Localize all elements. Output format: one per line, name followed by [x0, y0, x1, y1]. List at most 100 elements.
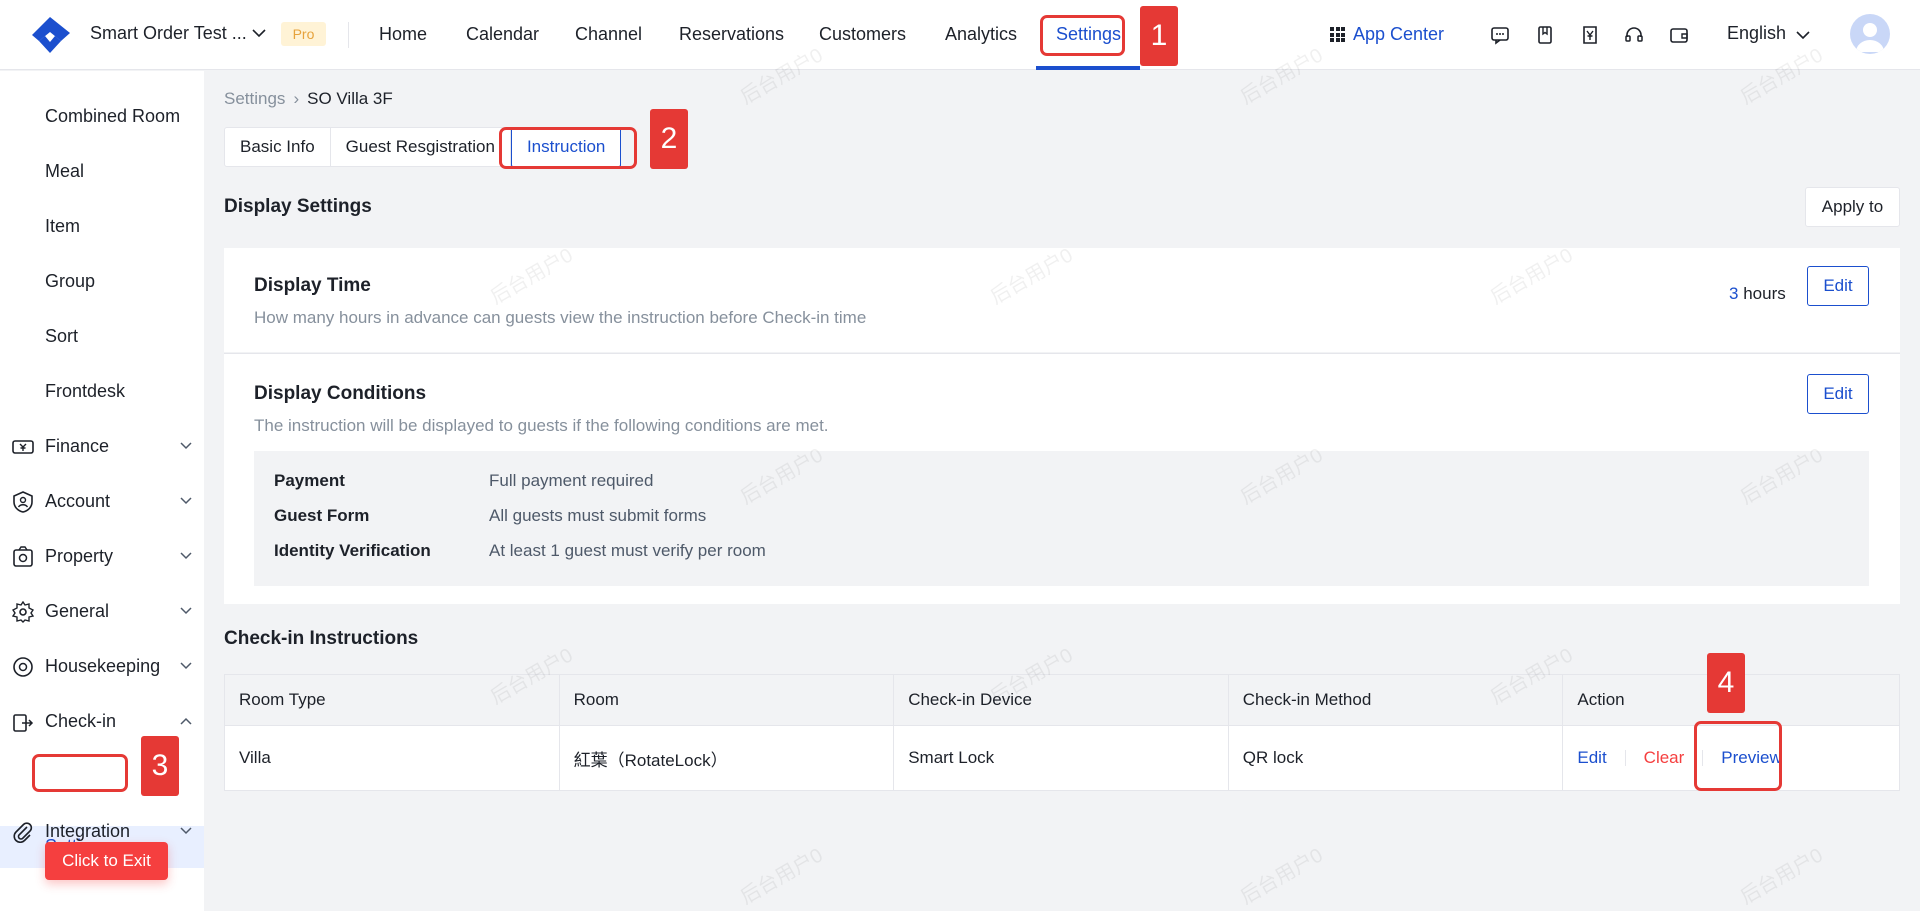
breadcrumb-root[interactable]: Settings	[224, 89, 285, 108]
gear-icon	[12, 601, 34, 623]
condition-key: Guest Form	[274, 506, 370, 525]
nav-reservations[interactable]: Reservations	[679, 24, 784, 45]
nav-channel[interactable]: Channel	[575, 24, 642, 45]
annotation-highlight-preview	[1694, 721, 1782, 791]
tab-guest-registration[interactable]: Guest Resgistration	[331, 128, 511, 166]
watermark: 后台用户0	[1736, 844, 1827, 909]
annotation-highlight-settings	[1040, 15, 1125, 56]
tab-basic-info[interactable]: Basic Info	[225, 128, 331, 166]
brand-logo-icon[interactable]	[28, 15, 72, 55]
table-header: Room Type Room Check-in Device Check-in …	[225, 675, 1899, 725]
condition-value: At least 1 guest must verify per room	[489, 541, 766, 560]
annotation-number-1: 1	[1140, 6, 1178, 66]
column-header-method: Check-in Method	[1229, 675, 1564, 725]
active-nav-indicator	[1036, 66, 1140, 70]
property-icon	[13, 546, 33, 567]
sidebar-item-label: Item	[45, 216, 81, 236]
clear-link[interactable]: Clear	[1644, 748, 1685, 768]
sidebar-item-label: Sort	[45, 326, 79, 346]
pro-badge: Pro	[281, 22, 326, 46]
apply-to-button[interactable]: Apply to	[1805, 187, 1900, 227]
sidebar-item-label: Account	[45, 491, 111, 511]
sidebar-item-finance[interactable]: Finance	[0, 430, 204, 462]
sidebar-item-label: Check-in	[45, 711, 117, 731]
nav-analytics[interactable]: Analytics	[945, 24, 1017, 45]
wallet-icon[interactable]	[1669, 25, 1689, 45]
section-title-checkin-instructions: Check-in Instructions	[224, 628, 419, 649]
display-conditions-description: The instruction will be displayed to gue…	[254, 416, 829, 435]
sidebar-item-meal[interactable]: Meal	[0, 155, 204, 187]
cell-method: QR lock	[1229, 726, 1564, 790]
table-row: Villa 紅葉（RotateLock） Smart Lock QR lock …	[225, 725, 1899, 790]
message-icon[interactable]	[1490, 25, 1510, 45]
cell-room: 紅葉（RotateLock）	[560, 726, 895, 790]
condition-key: Identity Verification	[274, 541, 431, 560]
sidebar-item-label: Property	[45, 546, 114, 566]
sidebar-item-combined-room[interactable]: Combined Room	[0, 100, 204, 132]
annotation-highlight-checkin-settings	[32, 754, 128, 792]
sidebar-item-checkin[interactable]: Check-in	[0, 705, 204, 737]
top-navbar: Smart Order Test ... Pro Home Calendar C…	[0, 0, 1920, 70]
condition-row-identity: Identity Verification At least 1 guest mu…	[274, 541, 766, 561]
app-center-label: App Center	[1353, 24, 1445, 44]
watermark: 后台用户0	[736, 844, 827, 909]
chevron-down-icon[interactable]	[1796, 30, 1810, 40]
condition-row-guest-form: Guest Form All guests must submit forms	[274, 506, 706, 526]
edit-display-conditions-button[interactable]: Edit	[1807, 374, 1869, 414]
edit-link[interactable]: Edit	[1577, 748, 1606, 768]
conditions-list: Payment Full payment required Guest Form A…	[254, 451, 1869, 586]
breadcrumb: Settings › SO Villa 3F	[224, 89, 393, 109]
nav-customers[interactable]: Customers	[819, 24, 906, 45]
display-time-description: How many hours in advance can guests vie…	[254, 308, 867, 327]
avatar[interactable]	[1850, 14, 1890, 54]
watermark: 后台用户0	[1236, 844, 1327, 909]
chevron-down-icon[interactable]	[252, 28, 266, 38]
chevron-down-icon	[180, 552, 192, 560]
sidebar-item-group[interactable]: Group	[0, 265, 204, 297]
user-icon	[1856, 23, 1884, 52]
headset-icon[interactable]	[1624, 25, 1644, 45]
display-time-value: 3 hours	[1729, 284, 1786, 304]
annotation-number-3: 3	[141, 736, 179, 796]
sidebar-item-item[interactable]: Item	[0, 210, 204, 242]
condition-value: All guests must submit forms	[489, 506, 707, 525]
sidebar-item-label: General	[45, 601, 110, 621]
column-header-room-type: Room Type	[225, 675, 560, 725]
condition-value: Full payment required	[489, 471, 654, 490]
grid-icon	[1330, 27, 1345, 42]
sidebar-item-housekeeping[interactable]: Housekeeping	[0, 650, 204, 682]
chevron-down-icon	[180, 442, 192, 450]
condition-row-payment: Payment Full payment required	[274, 471, 653, 491]
chevron-down-icon	[180, 497, 192, 505]
breadcrumb-current: SO Villa 3F	[307, 89, 393, 108]
column-header-room: Room	[560, 675, 895, 725]
column-header-device: Check-in Device	[894, 675, 1229, 725]
sidebar-item-label: Combined Room	[45, 106, 181, 126]
property-name[interactable]: Smart Order Test ...	[90, 23, 247, 44]
display-time-card: Display Time How many hours in advance c…	[224, 248, 1900, 352]
sidebar-item-account[interactable]: Account	[0, 485, 204, 517]
receipt-yen-icon[interactable]	[1580, 25, 1600, 45]
divider	[348, 22, 349, 48]
nav-home[interactable]: Home	[379, 24, 427, 45]
divider	[1624, 750, 1626, 766]
breadcrumb-separator: ›	[293, 89, 300, 108]
sidebar-item-frontdesk[interactable]: Frontdesk	[0, 375, 204, 407]
sidebar-item-property[interactable]: Property	[0, 540, 204, 572]
exit-button[interactable]: Click to Exit	[45, 842, 168, 880]
bookmark-icon[interactable]	[1535, 25, 1555, 45]
paperclip-icon	[13, 822, 33, 843]
app-center-button[interactable]: App Center	[1330, 24, 1444, 45]
sidebar-item-sort[interactable]: Sort	[0, 320, 204, 352]
sidebar-item-general[interactable]: General	[0, 595, 204, 627]
display-conditions-title: Display Conditions	[254, 383, 427, 404]
chevron-down-icon	[180, 662, 192, 670]
sidebar-item-label: Meal	[45, 161, 85, 181]
language-selector[interactable]: English	[1727, 23, 1786, 44]
nav-calendar[interactable]: Calendar	[466, 24, 539, 45]
display-conditions-card: Display Conditions The instruction will …	[224, 353, 1900, 604]
edit-display-time-button[interactable]: Edit	[1807, 266, 1869, 306]
sidebar-item-label: Integration	[45, 821, 131, 841]
cell-room-type: Villa	[225, 726, 560, 790]
checkin-instructions-table: Room Type Room Check-in Device Check-in …	[224, 674, 1900, 791]
